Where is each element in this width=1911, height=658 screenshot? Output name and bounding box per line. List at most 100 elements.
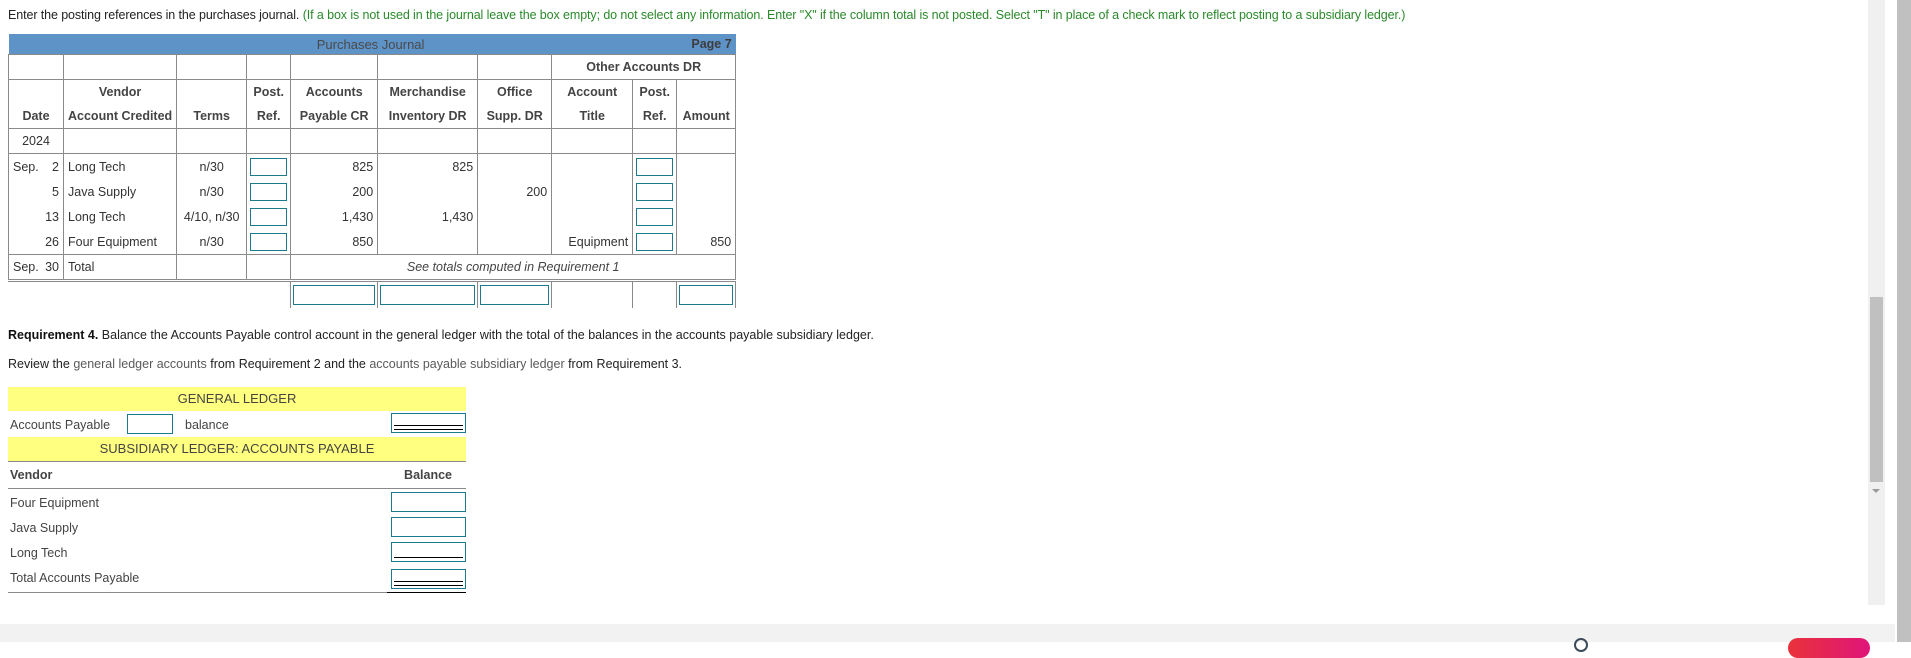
header-row-group: Other Accounts DR xyxy=(8,54,737,80)
submit-button[interactable] xyxy=(1788,638,1870,658)
page-scrollbar[interactable] xyxy=(1897,0,1911,642)
total-date-cell: Sep. 30 xyxy=(8,254,64,282)
row-os: 200 xyxy=(477,179,553,204)
other-postref-header-2: Ref. xyxy=(632,104,678,129)
vendor-row: Long Tech xyxy=(8,539,466,564)
postref-header: Post. xyxy=(246,79,292,104)
total-accounts-payable-input[interactable] xyxy=(391,569,466,589)
purchases-journal: Purchases Journal Page 7 Other Accounts … xyxy=(8,34,737,308)
row-terms: n/30 xyxy=(176,179,248,204)
other-post-ref-input[interactable] xyxy=(636,157,674,176)
row-mi: 825 xyxy=(377,153,479,179)
row-ap: 200 xyxy=(290,179,379,204)
post-ref-input[interactable] xyxy=(250,232,288,251)
post-ref-input[interactable] xyxy=(250,182,288,201)
row-ap: 850 xyxy=(290,229,379,255)
row-os xyxy=(477,204,553,229)
row-mi: 1,430 xyxy=(377,204,479,229)
total-row: Sep. 30 Total See totals computed in Requ… xyxy=(8,254,737,282)
year: 2024 xyxy=(8,128,64,154)
instructions: Enter the posting references in the purc… xyxy=(8,8,1405,22)
balance-column-header: Balance xyxy=(404,468,452,482)
row-day: 13 xyxy=(45,209,59,224)
scroll-down-arrow-icon[interactable] xyxy=(1872,489,1880,493)
total-label: Total xyxy=(62,254,178,282)
ap-total-post-input[interactable] xyxy=(293,285,376,305)
row-vendor: Java Supply xyxy=(62,179,178,204)
row-terms: n/30 xyxy=(176,153,248,179)
vendor-balance-input[interactable] xyxy=(391,492,466,512)
journal-row: 13 Long Tech 4/10, n/30 1,430 1,430 xyxy=(8,204,737,229)
row-day: 26 xyxy=(45,234,59,249)
ledger-section: GENERAL LEDGER Accounts Payable balance … xyxy=(8,387,466,593)
content-area: Enter the posting references in the purc… xyxy=(0,0,1868,624)
other-post-ref-input[interactable] xyxy=(636,207,674,226)
help-icon[interactable] xyxy=(1574,638,1588,652)
subsidiary-ledger-link[interactable]: accounts payable subsidiary ledger xyxy=(369,357,564,371)
row-month: Sep. xyxy=(13,159,39,174)
year-row: 2024 xyxy=(8,128,737,154)
row-mi xyxy=(377,179,479,204)
row-amount: 850 xyxy=(676,229,737,255)
post-ref-input[interactable] xyxy=(250,207,288,226)
accounts-payable-balance-input[interactable] xyxy=(391,413,466,433)
os-total-post-input[interactable] xyxy=(480,285,550,305)
journal-row: Sep. 2 Long Tech n/30 825 825 xyxy=(8,153,737,179)
row-terms: 4/10, n/30 xyxy=(176,204,248,229)
requirement-4-text: Requirement 4. Balance the Accounts Paya… xyxy=(8,328,874,342)
total-accounts-payable-row: Total Accounts Payable xyxy=(8,564,466,593)
inner-scrollbar[interactable] xyxy=(1868,0,1885,605)
row-vendor: Long Tech xyxy=(62,153,178,179)
total-underline xyxy=(387,592,466,593)
scrollbar-thumb[interactable] xyxy=(1870,297,1883,482)
vendor-row: Four Equipment xyxy=(8,489,466,514)
vendor-balance-input[interactable] xyxy=(391,517,466,537)
amount-total-post-input[interactable] xyxy=(679,285,734,305)
date-cell: 26 xyxy=(8,229,64,255)
header-row-1: Vendor Post. Accounts Merchandise Office… xyxy=(8,79,737,104)
general-ledger-link[interactable]: general ledger accounts xyxy=(73,357,206,371)
row-os xyxy=(477,229,553,255)
date-cell: 13 xyxy=(8,204,64,229)
date-header: Date xyxy=(8,104,64,129)
postref-header-2: Ref. xyxy=(246,104,292,129)
requirement-4-description: Balance the Accounts Payable control acc… xyxy=(98,328,874,342)
mi-total-post-input[interactable] xyxy=(380,285,476,305)
row-amount xyxy=(676,179,737,204)
review-part-2: from Requirement 2 and the xyxy=(206,357,370,371)
accounts-payable-row: Accounts Payable balance xyxy=(8,411,466,437)
review-part-1: Review the xyxy=(8,357,74,371)
vendor-balance-input[interactable] xyxy=(391,542,466,562)
ap-header-2: Payable CR xyxy=(290,104,379,129)
row-amount xyxy=(676,153,737,179)
total-month: Sep. xyxy=(13,260,39,274)
row-acct: Equipment xyxy=(551,229,634,255)
review-text: Review the general ledger accounts from … xyxy=(8,357,682,371)
row-acct xyxy=(551,204,634,229)
vendor-column-header: Vendor xyxy=(10,468,53,482)
row-day: 5 xyxy=(52,184,59,199)
requirement-4-label: Requirement 4. xyxy=(8,328,99,342)
other-post-ref-input[interactable] xyxy=(636,232,674,251)
acct-title-header-2: Title xyxy=(551,104,634,129)
acct-title-header: Account xyxy=(551,79,634,104)
accounts-payable-label: Accounts Payable xyxy=(10,418,111,432)
journal-row: 5 Java Supply n/30 200 200 xyxy=(8,179,737,204)
balance-type-select[interactable] xyxy=(127,414,173,434)
general-ledger-header: GENERAL LEDGER xyxy=(8,387,466,411)
date-cell: 5 xyxy=(8,179,64,204)
footer-bar xyxy=(0,624,1895,658)
vendor-name: Four Equipment xyxy=(10,496,99,510)
other-postref-header: Post. xyxy=(632,79,678,104)
other-post-ref-input[interactable] xyxy=(636,182,674,201)
post-ref-input[interactable] xyxy=(250,157,288,176)
mi-header-2: Inventory DR xyxy=(377,104,479,129)
instructions-main: Enter the posting references in the purc… xyxy=(8,8,300,22)
row-terms: n/30 xyxy=(176,229,248,255)
subsidiary-column-headers: Vendor Balance xyxy=(8,461,466,489)
row-ap: 825 xyxy=(290,153,379,179)
journal-page: Page 7 xyxy=(676,34,736,55)
instructions-note: (If a box is not used in the journal lea… xyxy=(302,8,1406,22)
row-vendor: Four Equipment xyxy=(62,229,178,255)
total-accounts-payable-label: Total Accounts Payable xyxy=(10,571,140,585)
